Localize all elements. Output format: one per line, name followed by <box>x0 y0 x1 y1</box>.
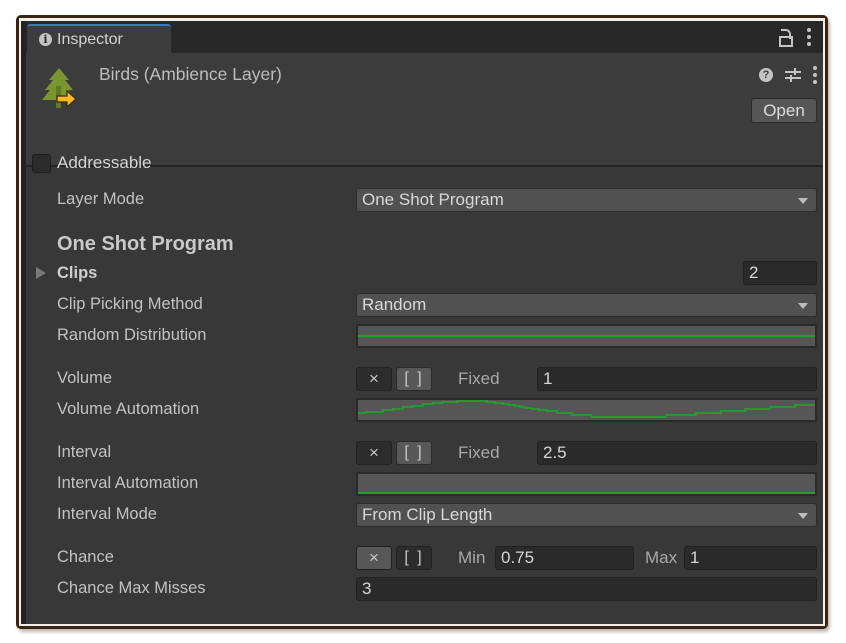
interval-mode-value: From Clip Length <box>362 505 493 524</box>
help-icon[interactable]: ? <box>759 68 773 82</box>
clip-picking-label: Clip Picking Method <box>57 295 203 313</box>
layer-mode-label: Layer Mode <box>57 190 145 208</box>
random-distribution-label: Random Distribution <box>57 326 207 344</box>
volume-label: Volume <box>57 369 113 387</box>
asset-header: Birds (Ambience Layer) ? Open Addressabl… <box>26 53 823 173</box>
layer-mode-row: Layer Mode One Shot Program <box>26 187 823 213</box>
asset-title: Birds (Ambience Layer) <box>99 64 282 84</box>
chevron-down-icon <box>798 513 808 519</box>
settings-sliders-icon[interactable] <box>785 68 801 82</box>
clip-picking-dropdown[interactable]: Random <box>356 293 817 317</box>
interval-mode-label: Fixed <box>458 443 500 462</box>
volume-automation-row: Volume Automation <box>26 397 823 423</box>
random-distribution-curve[interactable] <box>356 324 817 348</box>
curve-line <box>358 400 815 418</box>
interval-mode-dropdown[interactable]: From Clip Length <box>356 503 817 527</box>
foldout-arrow-icon[interactable] <box>36 267 46 279</box>
interval-automation-label: Interval Automation <box>57 474 199 492</box>
tab-bar: i Inspector <box>26 21 823 53</box>
chance-max-misses-row: Chance Max Misses 3 <box>26 576 823 602</box>
chance-min-label: Min <box>458 548 486 567</box>
chance-max-misses-label: Chance Max Misses <box>57 579 206 597</box>
tab-inspector[interactable]: i Inspector <box>27 24 171 53</box>
interval-mode-label: Interval Mode <box>57 505 157 523</box>
chance-row: Chance × [ ] Min 0.75 Max 1 <box>26 545 823 571</box>
layer-mode-dropdown[interactable]: One Shot Program <box>356 188 817 212</box>
section-row: One Shot Program <box>26 233 823 259</box>
kebab-menu-icon[interactable] <box>813 66 817 84</box>
chevron-down-icon <box>798 303 808 309</box>
volume-automation-curve[interactable] <box>356 398 817 422</box>
section-title: One Shot Program <box>57 233 234 255</box>
chance-min-field[interactable]: 0.75 <box>495 546 634 570</box>
volume-value-field[interactable]: 1 <box>537 367 817 391</box>
interval-automation-curve[interactable] <box>356 472 817 496</box>
random-distribution-row: Random Distribution <box>26 323 823 349</box>
randomize-off-button[interactable]: × <box>356 441 392 465</box>
range-toggle-button[interactable]: [ ] <box>396 367 432 391</box>
chance-label: Chance <box>57 548 114 566</box>
tab-label: Inspector <box>57 30 123 48</box>
randomize-off-button[interactable]: × <box>356 546 392 570</box>
tree-with-arrow-icon <box>42 68 77 109</box>
range-toggle-button[interactable]: [ ] <box>396 546 432 570</box>
info-icon: i <box>39 33 52 46</box>
inspector-window: i Inspector Birds (Ambience Layer) ? Ope… <box>21 21 823 624</box>
volume-mode-label: Fixed <box>458 369 500 388</box>
layer-mode-value: One Shot Program <box>362 190 504 209</box>
chevron-down-icon <box>798 198 808 204</box>
chance-max-label: Max <box>645 548 678 567</box>
lock-icon[interactable] <box>779 28 793 47</box>
randomize-off-button[interactable]: × <box>356 367 392 391</box>
clips-row[interactable]: Clips 2 <box>26 261 823 287</box>
chance-max-misses-field[interactable]: 3 <box>356 577 817 601</box>
clips-label[interactable]: Clips <box>57 264 97 283</box>
chance-max-field[interactable]: 1 <box>684 546 817 570</box>
volume-row: Volume × [ ] Fixed 1 <box>26 366 823 392</box>
clip-picking-row: Clip Picking Method Random <box>26 292 823 318</box>
interval-value-field[interactable]: 2.5 <box>537 441 817 465</box>
clips-count-field[interactable]: 2 <box>743 261 817 285</box>
inspector-body: Layer Mode One Shot Program One Shot Pro… <box>26 167 823 624</box>
range-toggle-button[interactable]: [ ] <box>396 441 432 465</box>
clip-picking-value: Random <box>362 295 427 314</box>
kebab-menu-icon[interactable] <box>807 28 811 46</box>
open-button[interactable]: Open <box>751 98 817 123</box>
interval-label: Interval <box>57 443 112 461</box>
interval-row: Interval × [ ] Fixed 2.5 <box>26 440 823 466</box>
interval-mode-row: Interval Mode From Clip Length <box>26 502 823 528</box>
volume-automation-label: Volume Automation <box>57 400 200 418</box>
interval-automation-row: Interval Automation <box>26 471 823 497</box>
